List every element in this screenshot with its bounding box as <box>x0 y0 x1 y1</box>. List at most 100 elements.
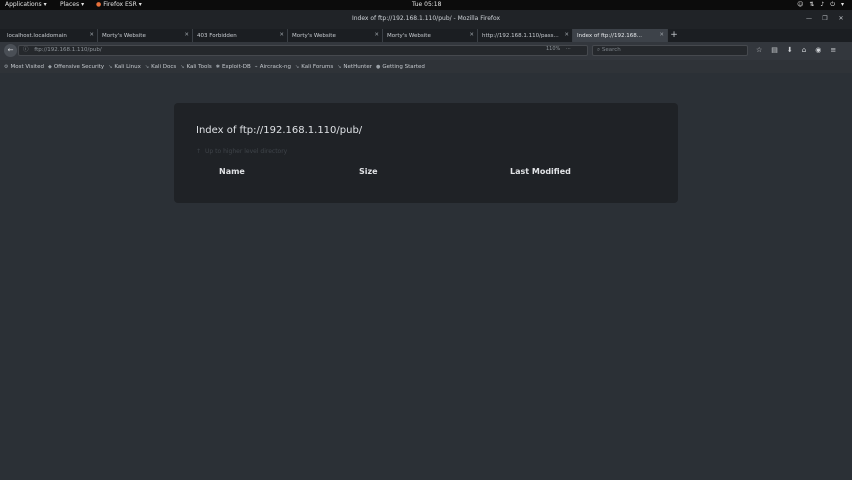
tab-label: localhost.localdomain <box>7 32 67 39</box>
kali-icon: ↘ <box>295 63 300 70</box>
kali-icon: ↘ <box>144 63 150 70</box>
column-header-name[interactable]: Name <box>219 167 245 176</box>
bookmark-label: Getting Started <box>382 63 425 70</box>
gear-icon: ⚙ <box>4 63 9 70</box>
tab-ftp-index[interactable]: Index of ftp://192.168... ✕ <box>573 29 668 42</box>
tab-label: Morty's Website <box>292 32 336 39</box>
search-bar[interactable]: ⌕ Search <box>592 45 748 56</box>
reader-view-icon[interactable]: ▤ <box>771 46 778 54</box>
bookmark-label: Kali Forums <box>301 63 334 70</box>
bookmark-label: Kali Linux <box>114 63 141 70</box>
bookmark-kali-linux[interactable]: ↘ Kali Linux <box>108 64 141 70</box>
tab-label: 403 Forbidden <box>197 32 237 39</box>
chevron-down-icon: ▾ <box>138 1 142 8</box>
tab-bar: localhost.localdomain ✕ Morty's Website ✕ … <box>0 29 852 42</box>
tab-403-forbidden[interactable]: 403 Forbidden ✕ <box>193 29 288 42</box>
firefox-icon: ● <box>376 63 381 70</box>
column-header-last-modified[interactable]: Last Modified <box>510 167 571 176</box>
tab-localhost[interactable]: localhost.localdomain ✕ <box>3 29 98 42</box>
zoom-level[interactable]: 110% <box>546 46 560 52</box>
power-icon[interactable]: ⏻ <box>830 1 835 9</box>
window-titlebar: Index of ftp://192.168.1.110/pub/ - Mozi… <box>0 10 852 29</box>
url-text: ftp://192.168.1.110/pub/ <box>34 47 102 53</box>
chevron-down-icon: ▾ <box>43 1 47 8</box>
new-tab-button[interactable]: + <box>668 29 680 42</box>
tab-label: Index of ftp://192.168... <box>577 32 642 39</box>
network-icon[interactable]: ⇅ <box>809 1 814 9</box>
bookmark-icon: ◆ <box>47 63 52 70</box>
bookmark-kali-forums[interactable]: ↘ Kali Forums <box>295 64 333 70</box>
bookmark-nethunter[interactable]: ↘ NetHunter <box>337 64 372 70</box>
close-icon[interactable]: ✕ <box>836 14 846 24</box>
page-content: Index of ftp://192.168.1.110/pub/ ↑ Up t… <box>0 73 852 480</box>
close-icon[interactable]: ✕ <box>374 32 379 38</box>
tab-label: http://192.168.1.110/pass... <box>482 32 559 39</box>
chevron-down-icon[interactable]: ▾ <box>841 1 844 9</box>
close-icon[interactable]: ✕ <box>469 32 474 38</box>
close-icon[interactable]: ✕ <box>279 32 284 38</box>
column-header-size[interactable]: Size <box>359 167 378 176</box>
system-tray[interactable]: ☺ ⇅ ♪ ⏻ ▾ <box>797 1 844 9</box>
url-bar[interactable]: ⓘ ftp://192.168.1.110/pub/ <box>18 45 588 56</box>
download-icon[interactable]: ⬇ <box>787 46 793 54</box>
navigation-bar: ← ⓘ ftp://192.168.1.110/pub/ 110% ⋯ ⌕ Se… <box>0 42 852 60</box>
tab-label: Morty's Website <box>387 32 431 39</box>
tab-mortys-website[interactable]: Morty's Website ✕ <box>98 29 193 42</box>
up-arrow-icon: ↑ <box>196 148 202 155</box>
bookmark-getting-started[interactable]: ● Getting Started <box>376 64 425 70</box>
tab-mortys-website-3[interactable]: Morty's Website ✕ <box>383 29 478 42</box>
bookmark-label: Kali Tools <box>186 63 212 70</box>
home-icon[interactable]: ⌂ <box>802 46 806 54</box>
bookmark-label: Offensive Security <box>53 63 105 70</box>
places-menu[interactable]: Places ▾ <box>60 1 84 8</box>
firefox-icon: ● <box>96 1 102 8</box>
menu-icon[interactable]: ≡ <box>830 46 836 54</box>
maximize-icon[interactable]: ❐ <box>820 14 830 24</box>
search-icon: ⌕ <box>597 47 601 53</box>
bookmark-label: Most Visited <box>10 63 44 70</box>
chevron-down-icon: ▾ <box>81 1 85 8</box>
system-top-bar: Applications ▾ Places ▾ ● Firefox ESR ▾ … <box>0 0 852 10</box>
minimize-icon[interactable]: — <box>804 14 814 24</box>
kali-icon: ↘ <box>337 63 342 70</box>
bookmark-star-icon[interactable]: ☆ <box>756 46 762 54</box>
bug-icon: ✱ <box>215 63 220 70</box>
close-icon[interactable]: ✕ <box>564 32 569 38</box>
close-icon[interactable]: ✕ <box>89 32 94 38</box>
kali-icon: ↘ <box>108 63 113 70</box>
back-button[interactable]: ← <box>4 44 17 57</box>
close-icon[interactable]: ✕ <box>659 32 664 38</box>
volume-icon[interactable]: ♪ <box>820 1 824 9</box>
kali-icon: ↘ <box>180 63 185 70</box>
page-actions-icon[interactable]: ⋯ <box>566 46 571 52</box>
clock[interactable]: Tue 05:18 <box>412 1 441 8</box>
bookmark-label: Aircrack-ng <box>259 63 292 70</box>
search-placeholder: Search <box>601 47 621 53</box>
pocket-icon[interactable]: ◉ <box>815 46 821 54</box>
accessibility-icon[interactable]: ☺ <box>797 1 803 9</box>
applications-label: Applications <box>5 1 42 8</box>
bookmark-offensive-security[interactable]: ◆ Offensive Security <box>48 64 104 70</box>
close-icon[interactable]: ✕ <box>184 32 189 38</box>
wifi-icon: ⌁ <box>254 63 258 70</box>
bookmark-label: Kali Docs <box>151 63 177 70</box>
app-menu[interactable]: ● Firefox ESR ▾ <box>96 1 142 8</box>
info-icon[interactable]: ⓘ <box>23 47 29 53</box>
bookmarks-toolbar: ⚙ Most Visited ◆ Offensive Security ↘ Kali … <box>0 60 852 73</box>
applications-menu[interactable]: Applications ▾ <box>5 1 47 8</box>
parent-directory-label: Up to higher level directory <box>205 148 288 155</box>
places-label: Places <box>60 1 80 8</box>
bookmark-aircrack-ng[interactable]: ⌁ Aircrack-ng <box>255 64 291 70</box>
tab-mortys-website-2[interactable]: Morty's Website ✕ <box>288 29 383 42</box>
tab-pass[interactable]: http://192.168.1.110/pass... ✕ <box>478 29 573 42</box>
bookmark-exploit-db[interactable]: ✱ Exploit-DB <box>216 64 251 70</box>
parent-directory-link[interactable]: ↑ Up to higher level directory <box>196 148 287 155</box>
tab-label: Morty's Website <box>102 32 146 39</box>
window-title: Index of ftp://192.168.1.110/pub/ - Mozi… <box>351 15 501 22</box>
page-title: Index of ftp://192.168.1.110/pub/ <box>196 125 363 136</box>
bookmark-kali-docs[interactable]: ↘ Kali Docs <box>145 64 176 70</box>
bookmark-most-visited[interactable]: ⚙ Most Visited <box>4 64 44 70</box>
bookmark-label: Exploit-DB <box>221 63 251 70</box>
bookmark-label: NetHunter <box>343 63 372 70</box>
bookmark-kali-tools[interactable]: ↘ Kali Tools <box>180 64 211 70</box>
